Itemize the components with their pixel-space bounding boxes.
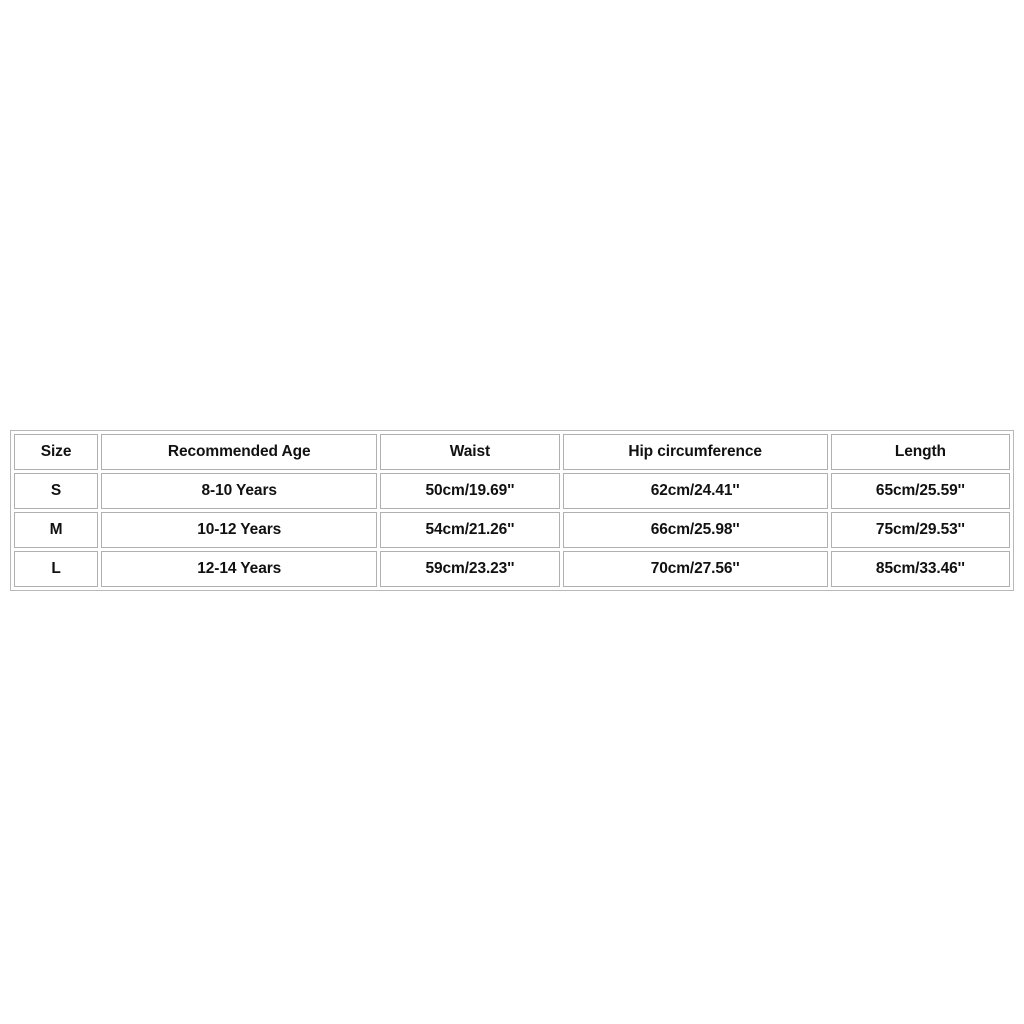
cell-recommended-age: 10-12 Years xyxy=(101,512,378,548)
cell-recommended-age: 12-14 Years xyxy=(101,551,378,587)
column-header-length: Length xyxy=(830,434,1010,470)
cell-length: 65cm/25.59'' xyxy=(830,473,1010,509)
cell-hip-circumference: 70cm/27.56'' xyxy=(562,551,828,587)
cell-waist: 54cm/21.26'' xyxy=(380,512,560,548)
cell-size: L xyxy=(14,551,99,587)
column-header-recommended-age: Recommended Age xyxy=(101,434,378,470)
cell-hip-circumference: 62cm/24.41'' xyxy=(562,473,828,509)
size-chart-container: Size Recommended Age Waist Hip circumfer… xyxy=(10,430,1014,591)
page-canvas: Size Recommended Age Waist Hip circumfer… xyxy=(0,0,1024,1024)
table-row: M 10-12 Years 54cm/21.26'' 66cm/25.98'' … xyxy=(14,512,1010,548)
table-header-row: Size Recommended Age Waist Hip circumfer… xyxy=(14,434,1010,470)
column-header-hip-circumference: Hip circumference xyxy=(562,434,828,470)
size-chart-header: Size Recommended Age Waist Hip circumfer… xyxy=(14,434,1010,470)
table-row: S 8-10 Years 50cm/19.69'' 62cm/24.41'' 6… xyxy=(14,473,1010,509)
size-chart-body: S 8-10 Years 50cm/19.69'' 62cm/24.41'' 6… xyxy=(14,473,1010,587)
cell-waist: 50cm/19.69'' xyxy=(380,473,560,509)
cell-length: 85cm/33.46'' xyxy=(830,551,1010,587)
table-row: L 12-14 Years 59cm/23.23'' 70cm/27.56'' … xyxy=(14,551,1010,587)
cell-hip-circumference: 66cm/25.98'' xyxy=(562,512,828,548)
size-chart-table: Size Recommended Age Waist Hip circumfer… xyxy=(10,430,1014,591)
cell-recommended-age: 8-10 Years xyxy=(101,473,378,509)
cell-size: S xyxy=(14,473,99,509)
column-header-waist: Waist xyxy=(380,434,560,470)
cell-length: 75cm/29.53'' xyxy=(830,512,1010,548)
cell-waist: 59cm/23.23'' xyxy=(380,551,560,587)
column-header-size: Size xyxy=(14,434,99,470)
cell-size: M xyxy=(14,512,99,548)
